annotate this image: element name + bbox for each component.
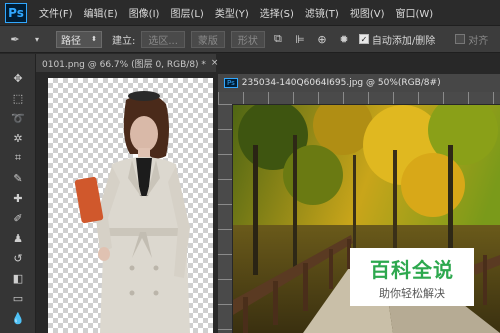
magic-wand-icon[interactable]: ✲ xyxy=(0,128,36,148)
photoshop-logo: Ps xyxy=(5,2,27,23)
menu-layer[interactable]: 图层(L) xyxy=(170,5,203,20)
lasso-icon[interactable]: ➰ xyxy=(0,108,36,128)
tab-document-2[interactable]: Ps 235034-140Q6064I695.jpg @ 50%(RGB/8#) xyxy=(218,74,500,92)
watermark-subtitle: 助你轻松解决 xyxy=(379,286,445,300)
menu-view[interactable]: 视图(V) xyxy=(350,5,385,20)
shape-button[interactable]: 形状 xyxy=(230,30,265,48)
menu-filter[interactable]: 滤镜(T) xyxy=(305,5,339,20)
close-icon[interactable]: × xyxy=(211,58,219,68)
align-edges-checkbox[interactable] xyxy=(455,34,466,44)
tab-document-1[interactable]: 0101.png @ 66.7% (图层 0, RGB/8) * × xyxy=(36,54,219,72)
menu-image[interactable]: 图像(I) xyxy=(129,5,160,20)
path-alignment-icon[interactable]: ⊫ xyxy=(293,32,307,46)
watermark-badge: 百科全说 助你轻松解决 xyxy=(350,248,474,306)
path-operations-icon[interactable]: ⧉ xyxy=(271,32,285,46)
photoshop-doc-icon: Ps xyxy=(224,78,238,88)
document-1-canvas[interactable] xyxy=(48,78,213,333)
menu-bar: Ps 文件(F) 编辑(E) 图像(I) 图层(L) 类型(Y) 选择(S) 滤… xyxy=(0,0,500,25)
menu-file[interactable]: 文件(F) xyxy=(39,5,73,20)
mode-select-value: 路径 xyxy=(61,35,81,47)
menu-edit[interactable]: 编辑(E) xyxy=(84,5,118,20)
vertical-ruler xyxy=(218,104,232,333)
watermark-title: 百科全说 xyxy=(370,257,454,282)
chevron-down-icon: ⬍ xyxy=(91,35,97,43)
selection-button[interactable]: 选区... xyxy=(141,30,185,48)
chevron-down-icon[interactable]: ▾ xyxy=(30,32,44,46)
marquee-icon[interactable]: ⬚ xyxy=(0,88,36,108)
options-bar: ✒ ▾ 路径 ⬍ 建立: 选区... 蒙版 形状 ⧉ ⊫ ⊕ ✹ ✓ 自动添加/… xyxy=(0,25,500,53)
menu-type[interactable]: 类型(Y) xyxy=(215,5,249,20)
brush-icon[interactable]: ✐ xyxy=(0,208,36,228)
pen-tool-icon[interactable]: ✒ xyxy=(8,32,22,46)
move-icon[interactable]: ✥ xyxy=(0,68,36,88)
tab-document-2-label: 235034-140Q6064I695.jpg @ 50%(RGB/8#) xyxy=(241,78,441,88)
build-label: 建立: xyxy=(112,35,136,47)
tab-document-1-label: 0101.png @ 66.7% (图层 0, RGB/8) * xyxy=(42,59,206,70)
history-brush-icon[interactable]: ↺ xyxy=(0,248,36,268)
gradient-icon[interactable]: ▭ xyxy=(0,288,36,308)
menu-select[interactable]: 选择(S) xyxy=(260,5,294,20)
eyedropper-icon[interactable]: ✎ xyxy=(0,168,36,188)
path-arrangement-icon[interactable]: ⊕ xyxy=(315,32,329,46)
crop-icon[interactable]: ⌗ xyxy=(0,148,36,168)
menu-window[interactable]: 窗口(W) xyxy=(395,5,433,20)
blur-icon[interactable]: 💧 xyxy=(0,308,36,328)
cutout-woman-image xyxy=(74,91,190,333)
healing-icon[interactable]: ✚ xyxy=(0,188,36,208)
auto-add-delete-checkbox[interactable]: ✓ xyxy=(358,34,369,44)
eraser-icon[interactable]: ◧ xyxy=(0,268,36,288)
stamp-icon[interactable]: ♟ xyxy=(0,228,36,248)
tools-panel: ✥ ⬚ ➰ ✲ ⌗ ✎ ✚ ✐ ♟ ↺ ◧ ▭ 💧 xyxy=(0,54,36,333)
horizontal-ruler xyxy=(218,92,500,104)
auto-add-delete-label: 自动添加/删除 xyxy=(371,35,436,47)
mode-select[interactable]: 路径 ⬍ xyxy=(56,30,102,48)
mask-button[interactable]: 蒙版 xyxy=(190,30,225,48)
gear-icon[interactable]: ✹ xyxy=(337,32,351,46)
align-edges-label: 对齐 xyxy=(468,35,489,47)
